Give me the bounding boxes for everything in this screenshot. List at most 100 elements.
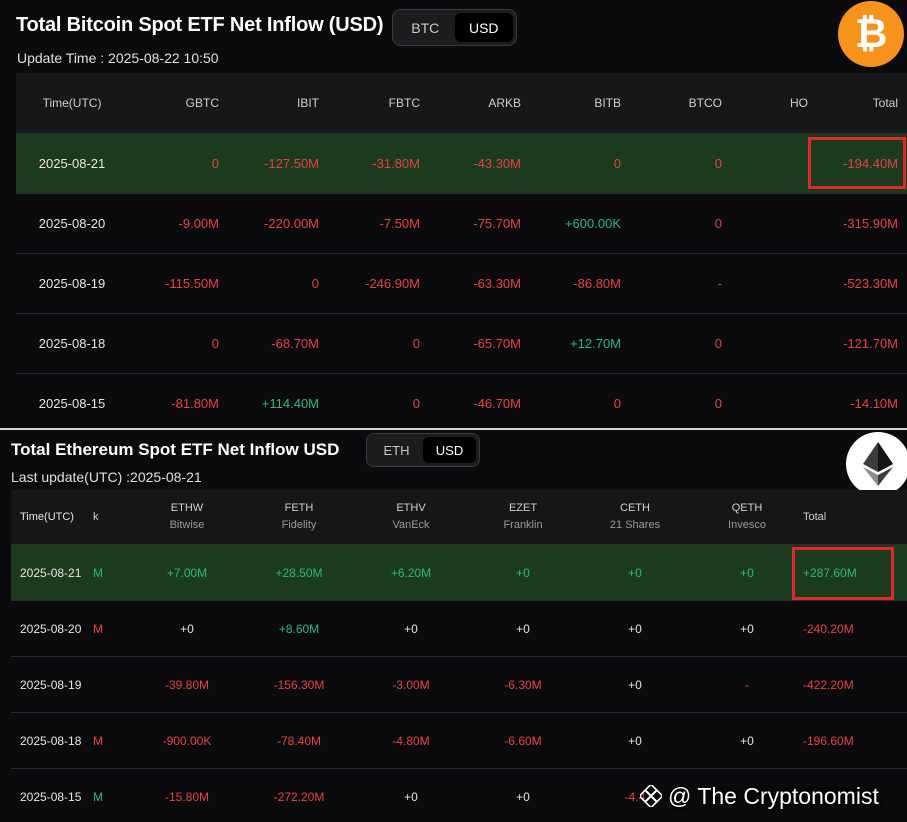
eth-cell-ceth: +0 (628, 621, 642, 636)
btc-cell-bitb: +12.70M (570, 336, 621, 351)
btc-currency-toggle: BTC USD (392, 9, 517, 46)
bitcoin-logo-icon: ₿ (838, 1, 904, 67)
eth-cell-ezet: -6.30M (504, 677, 542, 692)
btc-cell-ibit: -68.70M (271, 336, 319, 351)
btc-cell-time: 2025-08-18 (38, 336, 106, 351)
btc-cell-time: 2025-08-15 (38, 396, 106, 411)
eth-cell-ethv: +0 (404, 789, 418, 804)
col-ibit: IBIT (296, 96, 319, 110)
col-ethw: ETHW Bitwise (131, 490, 243, 544)
eth-cell-ethv: -3.00M (392, 677, 430, 692)
eth-cell-k: M (93, 733, 103, 748)
eth-cell-ethv: +0 (404, 621, 418, 636)
col-feth: FETH Fidelity (243, 490, 355, 544)
btc-cell-arkb: -65.70M (473, 336, 521, 351)
eth-cell-feth: -156.30M (273, 677, 325, 692)
btc-cell-gbtc: -115.50M (165, 276, 219, 291)
btc-etf-panel: Total Bitcoin Spot ETF Net Inflow (USD) … (0, 0, 907, 428)
btc-update-time: Update Time : 2025-08-22 10:50 (17, 50, 219, 66)
col-ethw-issuer: Bitwise (169, 519, 205, 531)
btc-cell-bitb: -86.80M (573, 276, 621, 291)
eth-table-row: 2025-08-18 M -900.00K -78.40M -4.80M -6.60M +0… (11, 712, 907, 768)
col-ethv-ticker: ETHV (396, 502, 426, 514)
col-bitb: BITB (594, 96, 621, 110)
eth-cell-ethw: -39.80M (164, 677, 210, 692)
btc-cell-bitb: 0 (613, 156, 621, 171)
btc-table-header: Time(UTC) GBTC IBIT FBTC ARKB BITB BTCO … (16, 73, 907, 133)
col-qeth-issuer: Invesco (728, 519, 766, 531)
btc-cell-time: 2025-08-19 (38, 276, 106, 291)
btc-cell-total: -315.90M (843, 216, 898, 231)
btc-cell-fbtc: -246.90M (365, 276, 420, 291)
eth-cell-qeth: +0 (740, 565, 754, 580)
col-time: Time(UTC) (20, 511, 74, 523)
col-arkb: ARKB (488, 96, 521, 110)
eth-table-row: 2025-08-21 M +7.00M +28.50M +6.20M +0 +0 +0 +287… (11, 544, 907, 600)
eth-toggle-eth[interactable]: ETH (370, 437, 423, 463)
eth-cell-ceth: +0 (628, 565, 642, 580)
eth-cell-time: 2025-08-18 (20, 733, 82, 748)
eth-cell-feth: -272.20M (273, 789, 325, 804)
btc-cell-total: -14.10M (850, 396, 898, 411)
btc-table-row: 2025-08-19 -115.50M 0 -246.90M -63.30M -86.80… (16, 253, 907, 313)
eth-cell-ezet: +0 (516, 789, 530, 804)
eth-cell-ethw: +7.00M (166, 565, 208, 580)
btc-cell-gbtc: 0 (211, 336, 219, 351)
col-partial-k: k (93, 511, 99, 523)
eth-cell-time: 2025-08-21 (20, 565, 82, 580)
btc-cell-arkb: -75.70M (473, 216, 521, 231)
btc-cell-btco: 0 (714, 216, 722, 231)
eth-toggle-usd[interactable]: USD (423, 437, 476, 463)
binance-diamond-icon (640, 785, 662, 807)
eth-cell-qeth: +0 (740, 621, 754, 636)
eth-cell-total: -196.60M (803, 733, 854, 748)
btc-table-row: 2025-08-18 0 -68.70M 0 -65.70M +12.70M 0 -121.7… (16, 313, 907, 373)
eth-currency-toggle: ETH USD (366, 433, 480, 467)
btc-toggle-btc[interactable]: BTC (396, 13, 455, 42)
eth-cell-feth: -78.40M (276, 733, 322, 748)
btc-table-row: 2025-08-15 -81.80M +114.40M 0 -46.70M 0 0 -14.1… (16, 373, 907, 428)
col-qeth: QETH Invesco (691, 490, 803, 544)
col-ezet-issuer: Franklin (503, 519, 543, 531)
eth-cell-ethv: -4.80M (392, 733, 430, 748)
btc-cell-fbtc: 0 (412, 336, 420, 351)
ethereum-logo-icon (846, 432, 907, 496)
eth-cell-qeth: - (745, 677, 749, 692)
eth-cell-k: M (93, 789, 103, 804)
col-feth-ticker: FETH (284, 502, 314, 514)
btc-cell-gbtc: 0 (211, 156, 219, 171)
eth-table-header: Time(UTC) k ETHW Bitwise FETH Fidelity E… (11, 490, 907, 544)
btc-cell-total: -121.70M (843, 336, 898, 351)
btc-cell-arkb: -63.30M (473, 276, 521, 291)
eth-cell-ezet: -6.60M (504, 733, 542, 748)
eth-cell-time: 2025-08-19 (20, 677, 82, 692)
eth-etf-panel: Total Ethereum Spot ETF Net Inflow USD E… (0, 428, 907, 822)
btc-cell-fbtc: -31.80M (372, 156, 420, 171)
eth-cell-total: -422.20M (803, 677, 854, 692)
btc-cell-bitb: 0 (613, 396, 621, 411)
btc-cell-total: -523.30M (843, 276, 898, 291)
btc-toggle-usd[interactable]: USD (454, 13, 513, 42)
eth-cell-time: 2025-08-15 (20, 789, 82, 804)
eth-panel-title: Total Ethereum Spot ETF Net Inflow USD (11, 440, 340, 459)
btc-flow-table: Time(UTC) GBTC IBIT FBTC ARKB BITB BTCO … (16, 73, 907, 428)
col-gbtc: GBTC (185, 96, 219, 110)
btc-total-highlight-box (808, 137, 906, 189)
col-btco: BTCO (688, 96, 722, 110)
col-time: Time(UTC) (42, 96, 102, 110)
btc-cell-time: 2025-08-21 (38, 156, 106, 171)
col-ceth-issuer: 21 Shares (609, 519, 661, 531)
eth-cell-time: 2025-08-20 (20, 621, 82, 636)
btc-cell-arkb: -46.70M (473, 396, 521, 411)
eth-cell-ethw: -15.80M (164, 789, 210, 804)
btc-cell-btco: 0 (714, 336, 722, 351)
col-ethw-ticker: ETHW (170, 502, 204, 514)
eth-cell-ethw: -900.00K (162, 733, 212, 748)
btc-cell-time: 2025-08-20 (38, 216, 106, 231)
col-hodl-partial: HO (790, 96, 808, 110)
col-ezet-ticker: EZET (508, 502, 538, 514)
eth-cell-k (93, 657, 107, 712)
btc-cell-ibit: +114.40M (261, 396, 319, 411)
col-total: Total (803, 511, 827, 523)
btc-table-row: 2025-08-21 0 -127.50M -31.80M -43.30M 0 0 -194.… (16, 133, 907, 193)
